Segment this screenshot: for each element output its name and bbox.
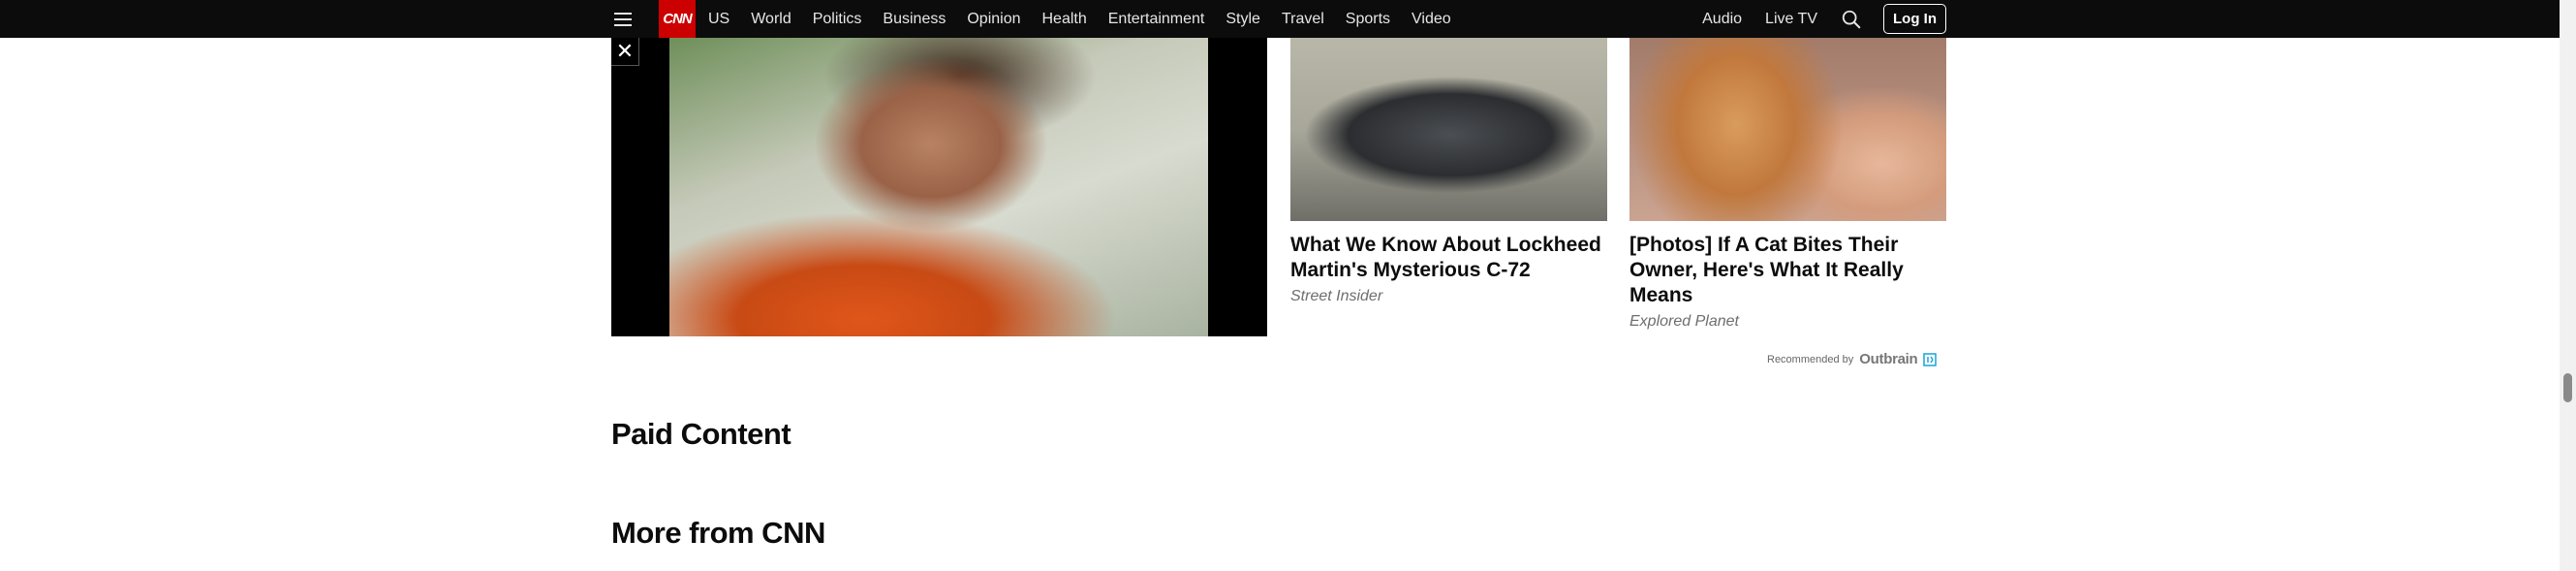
recommendation-card[interactable]: [Photos] If A Cat Bites Their Owner, Her…: [1629, 38, 1946, 331]
nav-right: Audio Live TV Log In: [1702, 0, 1946, 38]
card-image[interactable]: [1629, 38, 1946, 221]
section-heading-more-from-cnn: More from CNN: [611, 516, 825, 550]
scrollbar-thumb[interactable]: [2563, 373, 2572, 402]
card-source: Explored Planet: [1629, 313, 1739, 330]
section-heading-paid-content: Paid Content: [611, 417, 791, 451]
nav-link-politics[interactable]: Politics: [813, 11, 862, 28]
nav-link-world[interactable]: World: [751, 11, 791, 28]
recommended-by-outbrain[interactable]: Recommended by Outbrain: [1767, 351, 1938, 367]
video-thumbnail[interactable]: [669, 38, 1208, 336]
recommendation-card[interactable]: What We Know About Lockheed Martin's Mys…: [1290, 38, 1607, 305]
card-source: Street Insider: [1290, 288, 1383, 304]
nav-link-us[interactable]: US: [708, 11, 729, 28]
top-nav: CNN US World Politics Business Opinion H…: [0, 0, 2576, 38]
outbrain-info-icon[interactable]: [1923, 352, 1938, 366]
video-player[interactable]: [611, 38, 1267, 336]
nav-links: US World Politics Business Opinion Healt…: [708, 0, 1473, 38]
card-title[interactable]: What We Know About Lockheed Martin's Mys…: [1290, 233, 1607, 283]
nav-link-opinion[interactable]: Opinion: [967, 11, 1020, 28]
recommended-by-label: Recommended by: [1767, 353, 1854, 365]
nav-link-video[interactable]: Video: [1412, 11, 1451, 28]
nav-link-sports[interactable]: Sports: [1346, 11, 1390, 28]
nav-link-travel[interactable]: Travel: [1282, 11, 1324, 28]
nav-link-style[interactable]: Style: [1226, 11, 1260, 28]
hamburger-menu-icon[interactable]: [612, 8, 636, 31]
nav-link-health[interactable]: Health: [1042, 11, 1087, 28]
card-image[interactable]: [1290, 38, 1607, 221]
login-button[interactable]: Log In: [1883, 4, 1946, 34]
nav-link-audio[interactable]: Audio: [1702, 11, 1742, 28]
nav-link-live-tv[interactable]: Live TV: [1765, 11, 1817, 28]
nav-link-entertainment[interactable]: Entertainment: [1108, 11, 1205, 28]
nav-link-business[interactable]: Business: [883, 11, 946, 28]
page-scrollbar[interactable]: [2560, 0, 2576, 571]
close-icon[interactable]: ✕: [611, 38, 639, 66]
search-icon[interactable]: [1841, 9, 1862, 30]
cnn-logo[interactable]: CNN: [659, 0, 696, 38]
outbrain-logo: Outbrain: [1859, 351, 1918, 367]
card-title[interactable]: [Photos] If A Cat Bites Their Owner, Her…: [1629, 233, 1946, 308]
